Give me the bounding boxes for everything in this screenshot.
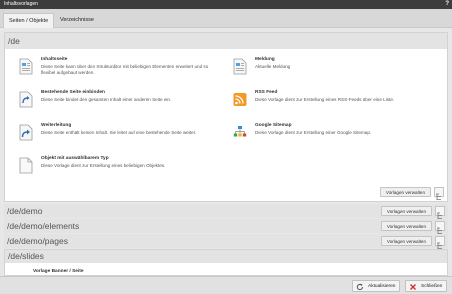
template-description: Diese Seite enthält keinen Inhalt. Sie l… (41, 130, 197, 135)
close-button[interactable]: Schließen (405, 280, 448, 292)
template-description: Diese Seite kann über den Strukturditor … (41, 64, 209, 75)
dialog-footer: Aktualisieren Schließen (0, 276, 452, 294)
template-rss-feed[interactable]: RSS Feed Diese Vorlage dient zur Erstell… (227, 90, 427, 118)
sitemap-icon (233, 126, 247, 137)
template-weiterleitung[interactable]: Weiterleitung Diese Seite enthält keinen… (13, 123, 213, 151)
template-title: Inhaltsseite (41, 57, 68, 62)
template-bestehende-seite[interactable]: Bestehende Seite einbinden Diese Seite b… (13, 90, 213, 118)
group-path: /de/demo/elements (7, 221, 80, 231)
tab-verzeichnisse[interactable]: Verzeichnisse (55, 13, 99, 28)
template-title[interactable]: Vorlage Banner / Seite (33, 269, 84, 274)
refresh-icon (356, 283, 363, 291)
group-de-slides: /de/slides Vorlage Banner / Seite (4, 249, 448, 276)
template-title: Google Sitemap (255, 123, 292, 128)
template-title: Bestehende Seite einbinden (41, 90, 105, 95)
tab-bar: Seiten / Objekte Verzeichnisse (0, 9, 452, 28)
manage-tree-icon[interactable] (434, 187, 444, 200)
window-title: Inhaltsvorlagen (4, 1, 38, 7)
window-titlebar: Inhaltsvorlagen ? (0, 0, 452, 9)
page-icon (233, 58, 247, 75)
template-description: Diese Vorlage dient zur Erstellung einer… (255, 130, 372, 135)
template-google-sitemap[interactable]: Google Sitemap Diese Vorlage dient zur E… (227, 123, 427, 151)
rss-icon (233, 93, 247, 106)
group-de-demo-elements[interactable]: /de/demo/elements Vorlagen verwalten (4, 219, 448, 234)
template-description: Diese Seite bindet den gesamten Inhalt e… (41, 97, 172, 102)
help-button[interactable]: ? (445, 0, 449, 9)
template-title: Objekt mit auswählbarem Typ (41, 156, 109, 161)
template-list-panel: /de Inhaltsseite Diese Seite kann über d… (0, 28, 452, 276)
page-link-icon (19, 91, 33, 108)
group-de-demo-pages[interactable]: /de/demo/pages Vorlagen verwalten (4, 234, 448, 249)
template-description: Diese Vorlage dient zur Erstellung eines… (41, 163, 166, 168)
refresh-label: Aktualisieren (368, 284, 396, 289)
tab-seiten-objekte[interactable]: Seiten / Objekte (3, 13, 55, 28)
template-objekt[interactable]: Objekt mit auswählbarem Typ Diese Vorlag… (13, 156, 213, 184)
redirect-icon (19, 124, 33, 141)
close-icon (410, 284, 416, 290)
template-inhaltsseite[interactable]: Inhaltsseite Diese Seite kann über den S… (13, 57, 213, 85)
template-description: Aktuelle Meldung (255, 64, 291, 69)
manage-templates-button[interactable]: Vorlagen verwalten (380, 206, 432, 216)
blank-page-icon (19, 157, 33, 174)
group-path: /de/demo (7, 206, 43, 216)
manage-tree-icon[interactable] (435, 206, 445, 219)
manage-templates-button[interactable]: Vorlagen verwalten (380, 221, 432, 231)
refresh-button[interactable]: Aktualisieren (352, 280, 401, 292)
group-path-de-slides[interactable]: /de/slides (5, 250, 447, 263)
manage-templates-button[interactable]: Vorlagen verwalten (379, 187, 431, 197)
group-path: /de/demo/pages (7, 236, 68, 246)
template-meldung[interactable]: Meldung Aktuelle Meldung (227, 57, 427, 85)
template-title: Weiterleitung (41, 123, 72, 128)
manage-tree-icon[interactable] (435, 236, 445, 249)
close-label: Schließen (421, 284, 443, 289)
group-de-demo[interactable]: /de/demo Vorlagen verwalten (4, 204, 448, 219)
group-path-de[interactable]: /de (5, 33, 447, 49)
page-icon (19, 58, 33, 75)
group-de: /de Inhaltsseite Diese Seite kann über d… (4, 32, 448, 202)
template-description: Diese Vorlage dient zur Erstellung eines… (255, 97, 395, 102)
manage-tree-icon[interactable] (435, 221, 445, 234)
template-title: RSS Feed (255, 90, 278, 95)
template-title: Meldung (255, 57, 275, 62)
manage-templates-button[interactable]: Vorlagen verwalten (380, 236, 432, 246)
